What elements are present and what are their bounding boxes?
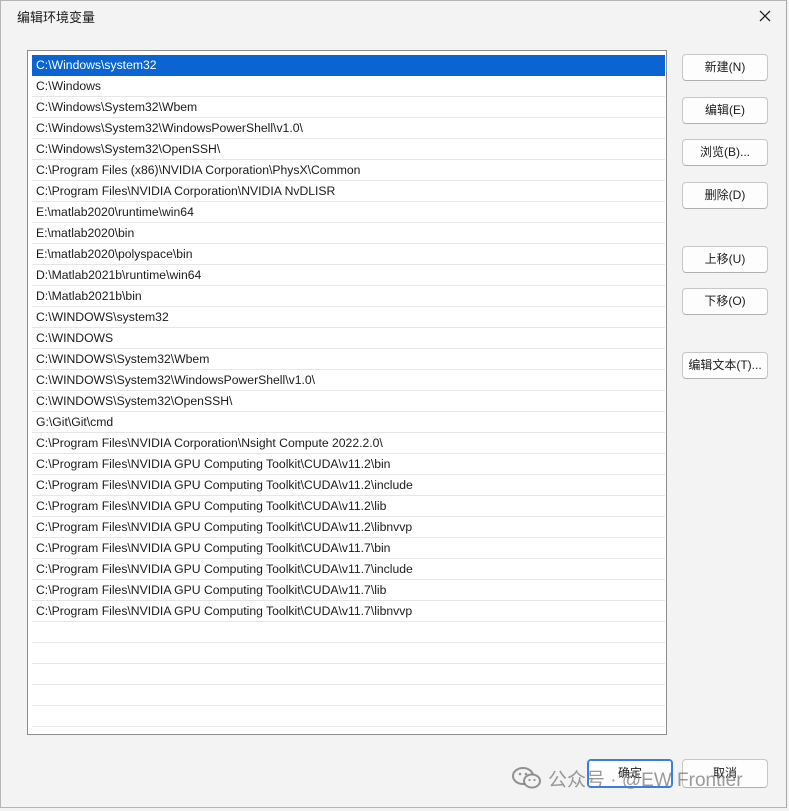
path-list-item[interactable]: C:\Windows\System32\WindowsPowerShell\v1… (32, 118, 665, 139)
dialog-title: 编辑环境变量 (17, 10, 96, 25)
close-button[interactable] (752, 5, 778, 27)
path-list-item[interactable]: C:\Program Files\NVIDIA GPU Computing To… (32, 454, 665, 475)
empty-list-row (32, 664, 665, 685)
empty-list-row (32, 706, 665, 727)
path-list-item[interactable]: E:\matlab2020\runtime\win64 (32, 202, 665, 223)
empty-list-row (32, 622, 665, 643)
path-list-item[interactable]: C:\WINDOWS (32, 328, 665, 349)
move-down-button[interactable]: 下移(O) (682, 288, 768, 315)
cancel-button[interactable]: 取消 (682, 759, 768, 788)
path-list-item[interactable]: C:\Program Files\NVIDIA GPU Computing To… (32, 517, 665, 538)
path-list-item[interactable]: C:\Windows (32, 76, 665, 97)
path-list-item[interactable]: D:\Matlab2021b\runtime\win64 (32, 265, 665, 286)
move-up-button[interactable]: 上移(U) (682, 246, 768, 273)
path-list-item[interactable]: C:\Program Files\NVIDIA GPU Computing To… (32, 601, 665, 622)
edit-text-button[interactable]: 编辑文本(T)... (682, 352, 768, 379)
path-list-item[interactable]: C:\Windows\System32\Wbem (32, 97, 665, 118)
empty-list-row (32, 685, 665, 706)
title-bar: 编辑环境变量 (1, 1, 786, 32)
path-list-item[interactable]: E:\matlab2020\bin (32, 223, 665, 244)
path-list-item[interactable]: C:\WINDOWS\system32 (32, 307, 665, 328)
edit-button[interactable]: 编辑(E) (682, 97, 768, 124)
path-list-item[interactable]: C:\WINDOWS\System32\OpenSSH\ (32, 391, 665, 412)
path-list-item[interactable]: C:\Program Files (x86)\NVIDIA Corporatio… (32, 160, 665, 181)
path-list-item[interactable]: C:\Program Files\NVIDIA GPU Computing To… (32, 496, 665, 517)
path-list-item[interactable]: G:\Git\Git\cmd (32, 412, 665, 433)
browse-button[interactable]: 浏览(B)... (682, 139, 768, 166)
path-list-item[interactable]: C:\Windows\System32\OpenSSH\ (32, 139, 665, 160)
path-list-item[interactable]: C:\WINDOWS\System32\WindowsPowerShell\v1… (32, 370, 665, 391)
empty-list-row (32, 643, 665, 664)
path-list-item[interactable]: C:\Program Files\NVIDIA GPU Computing To… (32, 559, 665, 580)
path-list-item[interactable]: C:\Program Files\NVIDIA Corporation\NVID… (32, 181, 665, 202)
delete-button[interactable]: 删除(D) (682, 182, 768, 209)
path-list-item[interactable]: C:\Program Files\NVIDIA Corporation\Nsig… (32, 433, 665, 454)
path-list-item[interactable]: E:\matlab2020\polyspace\bin (32, 244, 665, 265)
path-list[interactable]: C:\Windows\system32 C:\Windows C:\Windows\… (27, 50, 667, 735)
path-list-item[interactable]: C:\Windows\system32 (32, 55, 665, 76)
new-button[interactable]: 新建(N) (682, 54, 768, 81)
path-list-item[interactable]: D:\Matlab2021b\bin (32, 286, 665, 307)
path-list-item[interactable]: C:\WINDOWS\System32\Wbem (32, 349, 665, 370)
path-list-item[interactable]: C:\Program Files\NVIDIA GPU Computing To… (32, 580, 665, 601)
ok-button[interactable]: 确定 (587, 759, 673, 788)
edit-environment-variable-dialog: 编辑环境变量 C:\Windows\system32 C:\Windows C:\W… (0, 0, 787, 808)
path-list-item[interactable]: C:\Program Files\NVIDIA GPU Computing To… (32, 475, 665, 496)
close-icon (759, 10, 771, 22)
path-list-item[interactable]: C:\Program Files\NVIDIA GPU Computing To… (32, 538, 665, 559)
